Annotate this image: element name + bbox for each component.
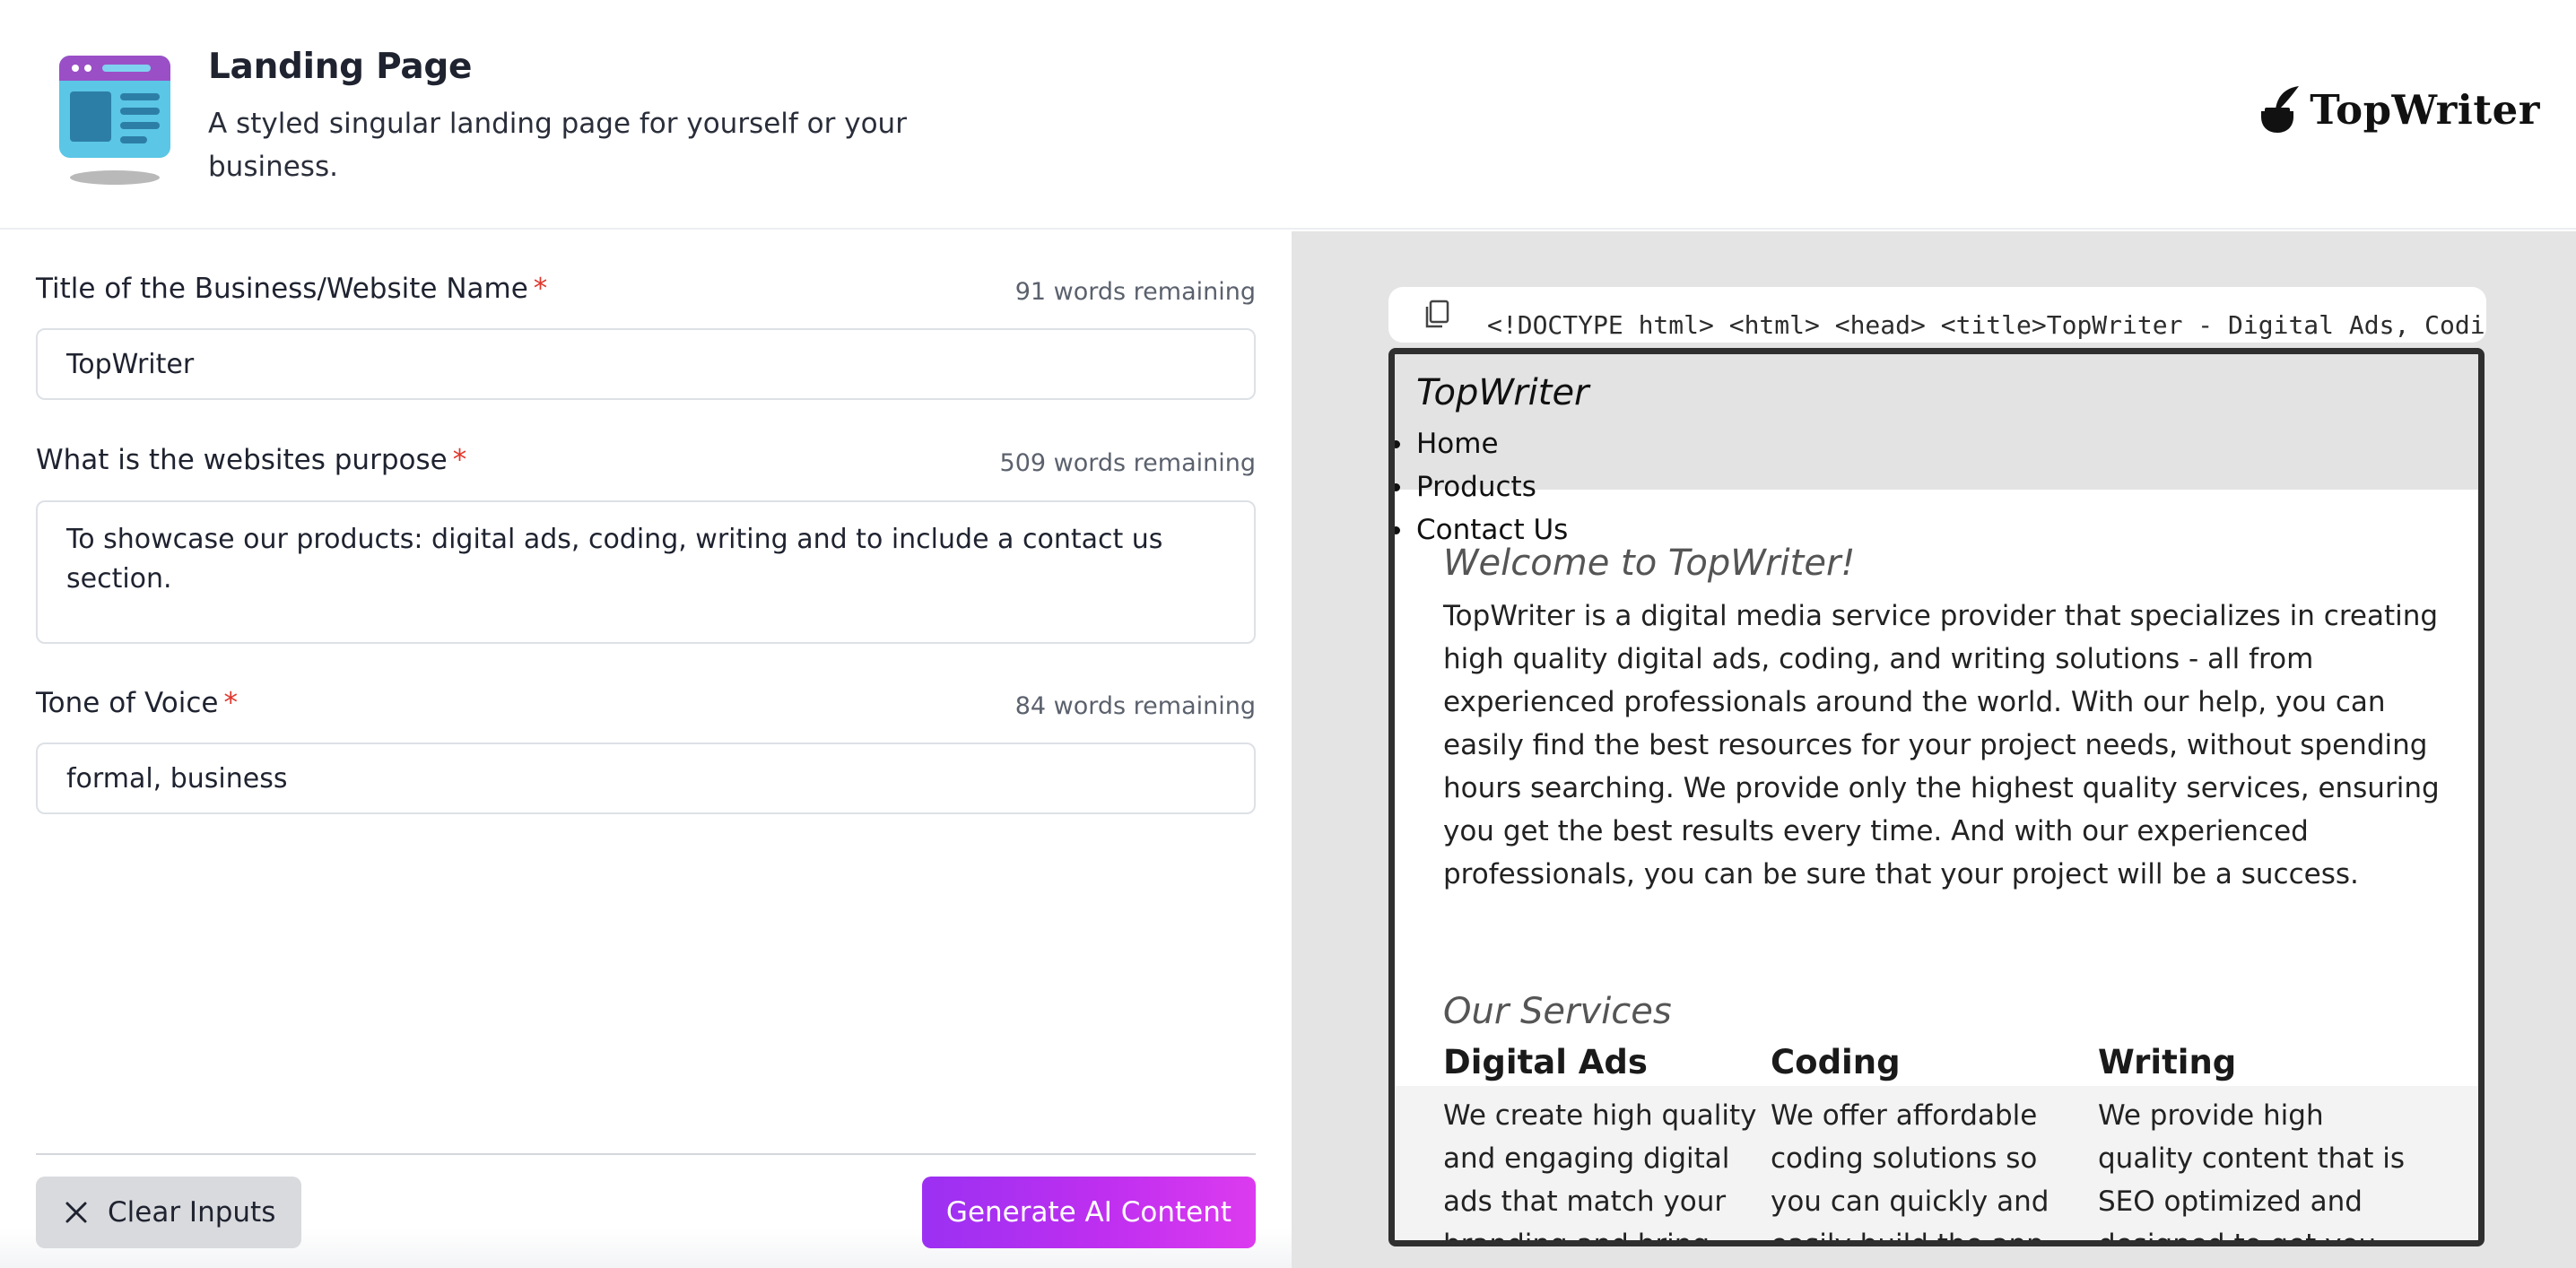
- code-snippet-bar[interactable]: <!DOCTYPE html> <html> <head> <title>Top…: [1388, 287, 2486, 343]
- service-card-coding: Coding We offer affordable coding soluti…: [1771, 1043, 2093, 1246]
- service-card-digital-ads: Digital Ads We create high quality and e…: [1443, 1043, 1766, 1246]
- required-mark: *: [452, 444, 467, 476]
- code-snippet-text: <!DOCTYPE html> <html> <head> <title>Top…: [1487, 310, 2485, 340]
- page-title: Landing Page: [208, 47, 473, 87]
- tone-of-voice-label-text: Tone of Voice: [36, 687, 219, 719]
- service-text: We provide high quality content that is …: [2098, 1099, 2406, 1246]
- service-title: Coding: [1771, 1043, 1901, 1081]
- required-mark: *: [533, 273, 548, 305]
- generate-ai-content-button[interactable]: Generate AI Content: [922, 1177, 1256, 1248]
- tone-of-voice-value: formal, business: [66, 762, 288, 795]
- business-name-counter: 91 words remaining: [1014, 278, 1256, 306]
- tone-of-voice-counter: 84 words remaining: [1014, 692, 1256, 720]
- website-purpose-label: What is the websites purpose *: [36, 444, 466, 476]
- form-divider: [36, 1153, 1256, 1155]
- tone-of-voice-label: Tone of Voice *: [36, 687, 238, 719]
- preview-about-text: TopWriter is a digital media service pro…: [1443, 600, 2440, 890]
- landing-page-icon: [59, 56, 170, 185]
- preview-nav: Home Products Contact Us: [1395, 422, 1568, 551]
- preview-nav-products[interactable]: Products: [1395, 465, 1568, 508]
- website-purpose-textarea[interactable]: To showcase our products: digital ads, c…: [36, 500, 1256, 644]
- page-header: Landing Page A styled singular landing p…: [0, 0, 2576, 230]
- brand-logo[interactable]: TopWriter: [2256, 83, 2540, 136]
- preview-nav-home[interactable]: Home: [1395, 422, 1568, 465]
- input-form: Title of the Business/Website Name * 91 w…: [0, 231, 1292, 1268]
- service-text: We create high quality and engaging digi…: [1443, 1099, 1757, 1246]
- preview-panel: <!DOCTYPE html> <html> <head> <title>Top…: [1292, 231, 2576, 1268]
- service-title: Writing: [2098, 1043, 2237, 1081]
- landing-page-preview[interactable]: TopWriter Home Products Contact Us Welco…: [1388, 348, 2485, 1246]
- service-card-writing: Writing We provide high quality content …: [2098, 1043, 2421, 1246]
- preview-services-heading: Our Services: [1443, 991, 1672, 1032]
- close-icon: [65, 1202, 87, 1223]
- business-name-input[interactable]: TopWriter: [36, 328, 1256, 400]
- page-subtitle: A styled singular landing page for yours…: [208, 108, 907, 183]
- website-purpose-label-text: What is the websites purpose: [36, 444, 448, 476]
- service-text: We offer affordable coding solutions so …: [1771, 1099, 2049, 1246]
- clear-inputs-button[interactable]: Clear Inputs: [36, 1177, 301, 1248]
- business-name-value: TopWriter: [66, 348, 195, 380]
- clear-inputs-label: Clear Inputs: [108, 1196, 276, 1229]
- service-title: Digital Ads: [1443, 1043, 1648, 1081]
- generate-ai-content-label: Generate AI Content: [945, 1196, 1232, 1229]
- preview-logo: TopWriter: [1416, 372, 1589, 413]
- brand-name: TopWriter: [2310, 85, 2540, 134]
- website-purpose-counter: 509 words remaining: [999, 449, 1256, 477]
- business-name-label: Title of the Business/Website Name *: [36, 273, 547, 305]
- inkwell-quill-icon: [2261, 86, 2300, 133]
- preview-welcome-heading: Welcome to TopWriter!: [1443, 543, 1856, 584]
- tone-of-voice-input[interactable]: formal, business: [36, 743, 1256, 814]
- business-name-label-text: Title of the Business/Website Name: [36, 273, 528, 305]
- copy-icon[interactable]: [1423, 300, 1449, 330]
- website-purpose-value: To showcase our products: digital ads, c…: [66, 524, 1163, 595]
- required-mark: *: [223, 687, 238, 719]
